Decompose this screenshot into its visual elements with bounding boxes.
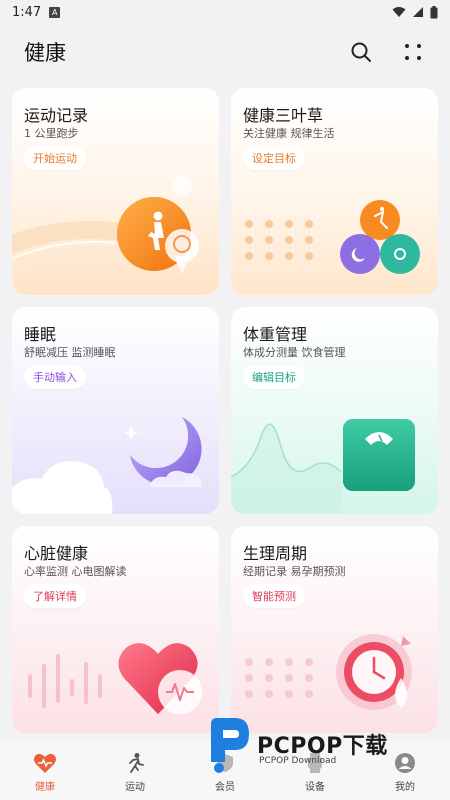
status-icons — [392, 5, 438, 19]
exercise-card-title: 运动记录 — [24, 106, 89, 125]
clover-card-subtitle: 关注健康 规律生活 — [243, 127, 335, 140]
manual-input-button[interactable]: 手动输入 — [24, 365, 86, 389]
nav-item-health[interactable]: 健康 — [0, 740, 90, 793]
heart-health-card[interactable]: 心脏健康 心率监测 心电图解读 了解详情 — [12, 526, 219, 733]
health-clover-card[interactable]: 健康三叶草 关注健康 规律生活 设定目标 — [231, 88, 438, 295]
learn-more-button[interactable]: 了解详情 — [24, 584, 86, 608]
nav-label-profile: 我的 — [395, 782, 415, 793]
signal-icon — [413, 7, 423, 17]
heart-card-title: 心脏健康 — [24, 544, 89, 563]
cycle-card-title: 生理周期 — [243, 544, 308, 563]
nav-label-member: 会员 — [215, 782, 235, 793]
page-title: 健康 — [24, 41, 66, 65]
smart-predict-button[interactable]: 智能预测 — [243, 584, 305, 608]
more-dots-icon — [405, 44, 421, 60]
status-time: 1:47 — [12, 4, 42, 20]
sleep-card-title: 睡眠 — [24, 325, 57, 344]
sleep-card-subtitle: 舒眠减压 监测睡眠 — [24, 346, 116, 359]
cycle-card-subtitle: 经期记录 易孕期预测 — [243, 565, 346, 578]
clover-card-title: 健康三叶草 — [243, 106, 324, 125]
notification-a-icon: A — [49, 6, 61, 18]
search-icon — [351, 42, 371, 62]
nav-label-health: 健康 — [35, 782, 55, 793]
exercise-record-card[interactable]: 运动记录 1 公里跑步 开始运动 — [12, 88, 219, 295]
exercise-card-subtitle: 1 公里跑步 — [24, 127, 79, 140]
edit-goal-button[interactable]: 编辑目标 — [243, 365, 305, 389]
watermark-subtext: PCPOP Download — [259, 756, 337, 766]
weight-card-title: 体重管理 — [243, 325, 308, 344]
set-goal-button[interactable]: 设定目标 — [243, 146, 305, 170]
running-icon — [129, 753, 144, 773]
heart-pulse-icon — [34, 753, 56, 773]
weight-card-subtitle: 体成分测量 饮食管理 — [243, 346, 346, 359]
start-exercise-button[interactable]: 开始运动 — [24, 146, 86, 170]
sleep-card[interactable]: 睡眠 舒眠减压 监测睡眠 手动输入 — [12, 307, 219, 514]
more-button[interactable] — [400, 39, 426, 65]
pcpop-logo-icon — [211, 718, 249, 773]
search-button[interactable] — [348, 39, 374, 65]
menstrual-cycle-card[interactable]: 生理周期 经期记录 易孕期预测 智能预测 — [231, 526, 438, 733]
nav-label-exercise: 运动 — [125, 782, 145, 793]
weight-management-card[interactable]: 体重管理 体成分测量 饮食管理 编辑目标 — [231, 307, 438, 514]
wifi-icon — [392, 7, 406, 17]
nav-label-device: 设备 — [305, 782, 325, 793]
pcpop-watermark: PCPOP下载 PCPOP Download — [205, 716, 445, 776]
app-header: 健康 — [0, 24, 450, 80]
status-bar: 1:47 A — [0, 0, 450, 24]
nav-item-exercise[interactable]: 运动 — [90, 740, 180, 793]
battery-icon — [430, 5, 438, 18]
heart-card-subtitle: 心率监测 心电图解读 — [24, 565, 127, 578]
